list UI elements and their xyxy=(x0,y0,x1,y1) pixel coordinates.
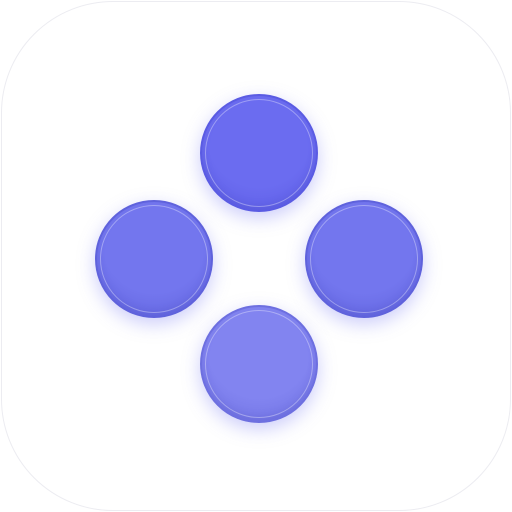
dot-left-icon xyxy=(95,200,213,318)
dot-top-icon xyxy=(200,94,318,212)
dot-right-icon xyxy=(305,200,423,318)
app-icon[interactable] xyxy=(1,1,511,511)
dot-bottom-icon xyxy=(200,305,318,423)
